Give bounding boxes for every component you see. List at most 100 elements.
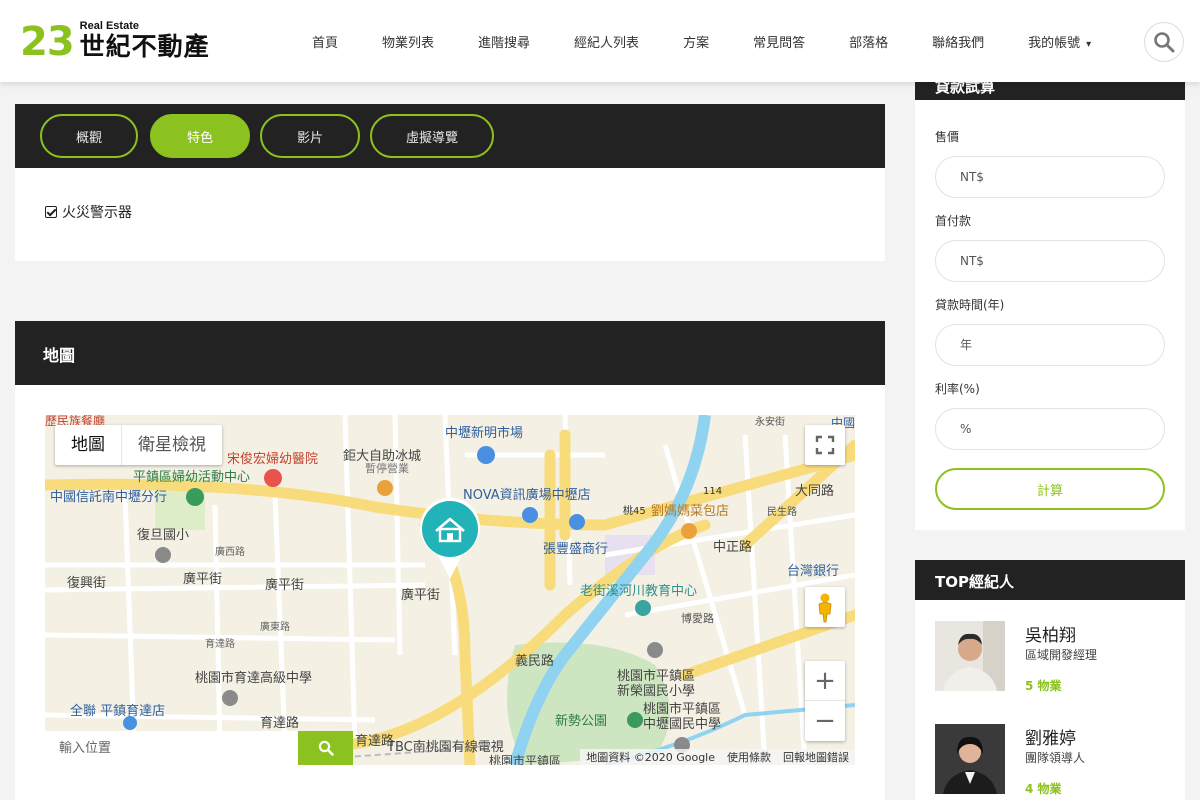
map-label: 廣平街 xyxy=(265,578,304,593)
map-label: 劉媽媽菜包店 xyxy=(651,504,729,519)
map-location-input[interactable] xyxy=(45,731,298,765)
map-section-header: 地圖 xyxy=(15,321,885,385)
nav-my-account-label: 我的帳號 xyxy=(1028,35,1081,51)
nav-blog[interactable]: 部落格 xyxy=(827,32,910,51)
loan-term-input[interactable] xyxy=(935,324,1165,366)
nav-plans[interactable]: 方案 xyxy=(661,32,731,51)
map-label: 廣東路 xyxy=(260,620,290,633)
plus-icon: + xyxy=(814,665,836,696)
chevron-down-icon: ▾ xyxy=(1086,38,1092,50)
map-label: 廣平街 xyxy=(183,572,222,587)
tab-overview[interactable]: 概觀 xyxy=(40,114,138,158)
map-search-button[interactable] xyxy=(298,731,353,765)
nav-my-account[interactable]: 我的帳號 ▾ xyxy=(1006,32,1113,51)
agent-name[interactable]: 劉雅婷 xyxy=(1025,724,1076,749)
feature-item: 火災警示器 xyxy=(45,202,132,222)
map-label: 中正路 xyxy=(713,539,752,555)
map-label: 114 xyxy=(703,486,722,497)
map-label: 大同路 xyxy=(795,483,834,499)
down-payment-input[interactable] xyxy=(935,240,1165,282)
tab-features[interactable]: 特色 xyxy=(150,114,250,158)
map-label: 平鎮區婦幼活動中心 xyxy=(133,469,250,485)
agent-avatar[interactable] xyxy=(935,621,1005,691)
map-label: 暫停營業 xyxy=(365,461,409,475)
header-search-button[interactable] xyxy=(1144,22,1184,62)
pegman-icon xyxy=(818,593,832,623)
map-label: 宋俊宏婦幼醫院 xyxy=(227,451,318,467)
down-payment-label: 首付款 xyxy=(935,214,972,228)
map-label: 老街溪河川教育中心 xyxy=(580,583,697,599)
agent-photo-image xyxy=(935,724,1005,794)
map-type-satellite-button[interactable]: 衛星檢視 xyxy=(122,425,222,465)
map-label: 義民路 xyxy=(515,653,554,669)
map-label: 台灣銀行 xyxy=(787,564,839,579)
fullscreen-button[interactable] xyxy=(805,425,845,465)
map-canvas[interactable]: 歷民族餐廳 宋俊宏婦幼醫院 平鎮區婦幼活動中心 中國信託南中壢分行 復旦國小 復… xyxy=(45,415,855,765)
nav-home[interactable]: 首頁 xyxy=(290,32,360,51)
street-view-pegman-button[interactable] xyxy=(805,587,845,627)
zoom-control: + − xyxy=(805,661,845,741)
map-label: 桃園市育達高級中學 xyxy=(195,670,312,686)
site-header: 23 Real Estate 世紀不動產 首頁 物業列表 進階搜尋 經紀人列表 … xyxy=(0,0,1200,82)
minus-icon: − xyxy=(814,706,836,736)
logo-number: 23 xyxy=(20,19,75,65)
map-data-credit: 地圖資料 ©2020 Google xyxy=(586,751,715,764)
zoom-out-button[interactable]: − xyxy=(805,701,845,741)
fullscreen-icon xyxy=(815,435,835,455)
map-section-title: 地圖 xyxy=(43,346,76,365)
main-nav: 首頁 物業列表 進階搜尋 經紀人列表 方案 常見問答 部落格 聯絡我們 我的帳號… xyxy=(290,0,1113,82)
zoom-in-button[interactable]: + xyxy=(805,661,845,701)
loan-term-label: 貸款時間(年) xyxy=(935,298,1005,312)
map-type-map-button[interactable]: 地圖 xyxy=(55,425,122,465)
interest-rate-label: 利率(%) xyxy=(935,382,980,396)
map-label: 新榮國民小學 xyxy=(617,683,695,699)
map-label: 永安街 xyxy=(755,415,785,428)
agent-property-count[interactable]: 5 物業 xyxy=(1025,677,1062,694)
map-label: 全聯 平鎮育達店 xyxy=(70,703,165,719)
nav-agent-list[interactable]: 經紀人列表 xyxy=(552,32,661,51)
map-label: 博愛路 xyxy=(681,612,714,625)
nav-contact[interactable]: 聯絡我們 xyxy=(910,32,1006,51)
map-label: NOVA資訊廣場中壢店 xyxy=(463,488,591,503)
map-report-error-link[interactable]: 回報地圖錯誤 xyxy=(783,749,849,765)
house-marker-icon xyxy=(420,497,480,579)
map-label: 復旦國小 xyxy=(137,527,189,543)
map-terms-link[interactable]: 使用條款 xyxy=(727,749,771,765)
price-input[interactable] xyxy=(935,156,1165,198)
tab-virtual-tour[interactable]: 虛擬導覽 xyxy=(370,114,494,158)
logo-tagline: Real Estate xyxy=(79,20,139,32)
map-label: 復興街 xyxy=(67,575,106,591)
logo-brand: 世紀不動產 xyxy=(79,32,210,61)
calculate-button[interactable]: 計算 xyxy=(935,468,1165,510)
search-icon xyxy=(318,740,334,756)
agent-avatar[interactable] xyxy=(935,724,1005,794)
interest-rate-input[interactable] xyxy=(935,408,1165,450)
nav-faq[interactable]: 常見問答 xyxy=(731,32,827,51)
map-label: 桃園市平鎮區 xyxy=(489,753,561,765)
nav-property-list[interactable]: 物業列表 xyxy=(360,32,456,51)
map-label: TBC南桃園有線電視 xyxy=(386,739,504,755)
checkbox-checked-icon xyxy=(45,206,57,218)
features-panel: 火災警示器 xyxy=(15,168,885,261)
agent-role: 團隊領導人 xyxy=(1025,751,1086,765)
map-label: 桃園市平鎮區 xyxy=(643,701,721,717)
nav-advanced-search[interactable]: 進階搜尋 xyxy=(456,32,552,51)
tab-video[interactable]: 影片 xyxy=(260,114,360,158)
map-label: 廣西路 xyxy=(215,545,245,558)
map-label: 張豐盛商行 xyxy=(543,542,608,557)
agent-name[interactable]: 吳柏翔 xyxy=(1025,621,1076,646)
price-label: 售價 xyxy=(935,130,960,144)
site-logo[interactable]: 23 Real Estate 世紀不動產 xyxy=(20,18,210,65)
search-icon xyxy=(1154,32,1175,53)
map-label: 育達路 xyxy=(205,637,235,650)
map-label: 民生路 xyxy=(767,505,797,518)
detail-tab-bar: 概觀 特色 影片 虛擬導覽 xyxy=(15,104,885,168)
map-label: 中國信託南中壢分行 xyxy=(50,489,167,505)
property-location-marker[interactable] xyxy=(418,497,482,581)
map-label: 中壢國民中學 xyxy=(643,717,721,732)
agent-property-count[interactable]: 4 物業 xyxy=(1025,780,1062,797)
top-agents-title: TOP經紀人 xyxy=(935,573,1014,591)
agent-role: 區域開發經理 xyxy=(1025,648,1098,662)
feature-label: 火災警示器 xyxy=(62,205,132,221)
map-type-control: 地圖 衛星檢視 xyxy=(55,425,222,465)
